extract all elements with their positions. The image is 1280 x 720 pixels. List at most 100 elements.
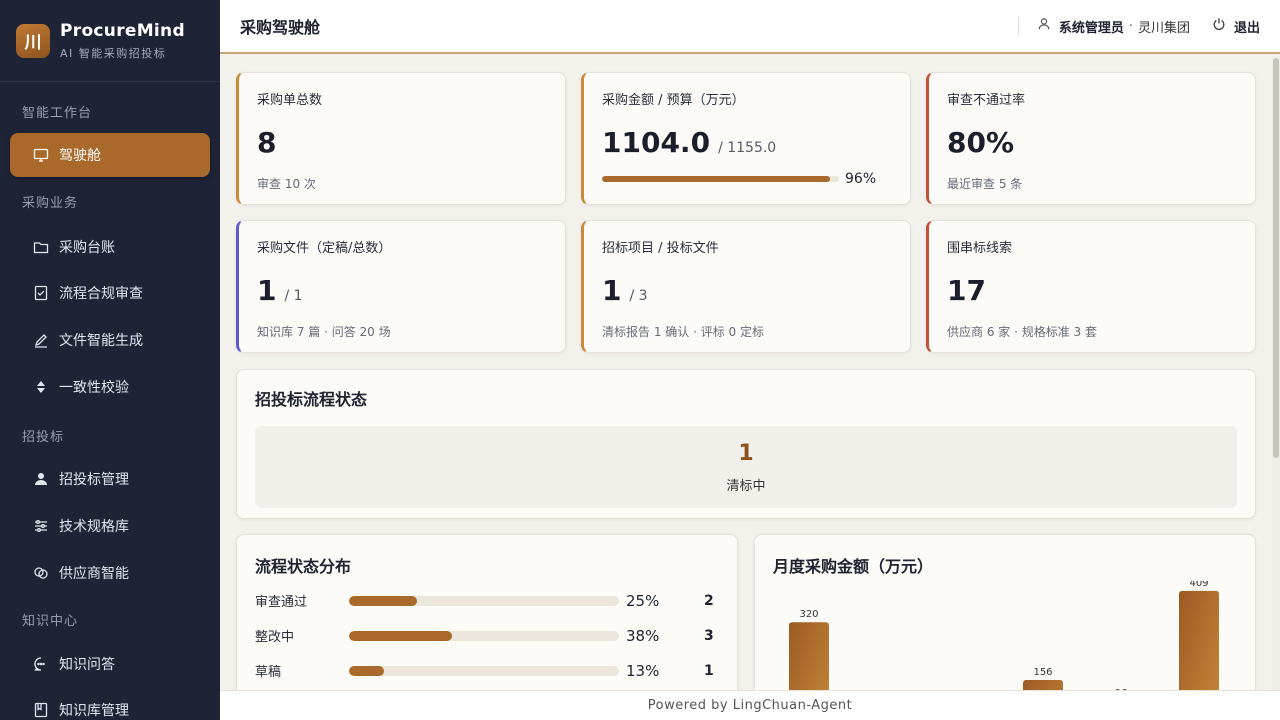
logout-label: 退出 (1233, 20, 1260, 36)
distribution-row: 审查通过 25% 2 (255, 583, 719, 618)
kpi-label: 审查不通过率 (947, 93, 1026, 108)
chart-title: 月度采购金额（万元） (773, 557, 934, 576)
sidebar-item-qa[interactable]: 知识问答 (10, 642, 210, 686)
distribution-pct: 38% (626, 626, 660, 645)
sidebar-item-spec-library[interactable]: 技术规格库 (10, 504, 210, 548)
sidebar-item-label: 驾驶舱 (59, 148, 101, 164)
kpi-sub: 清标报告 1 确认 · 评标 0 定标 (602, 325, 764, 339)
main-scrollbar[interactable] (1272, 56, 1280, 690)
sidebar-item-ledger[interactable]: 采购台账 (10, 225, 210, 269)
chart-bar-value-label: 156 (1033, 667, 1052, 678)
distribution-pct: 25% (626, 591, 660, 610)
kpi-card-reject-rate: 审查不通过率 80% 最近审查 5 条 (926, 72, 1256, 205)
flow-status-card: 招投标流程状态 1 清标中 (236, 369, 1256, 519)
sidebar-item-supplier[interactable]: 供应商智能 (10, 551, 210, 595)
monthly-bar-chart: 32015696409 (789, 581, 1219, 690)
check-file-icon (32, 284, 50, 302)
sidebar-item-compliance[interactable]: 流程合规审查 (10, 271, 210, 315)
chart-bar-value-label: 409 (1189, 581, 1208, 589)
brand-subtitle: AI 智能采购招投标 (60, 46, 167, 60)
distribution-bar (349, 595, 417, 606)
sidebar-item-label: 流程合规审查 (59, 286, 143, 302)
kpi-card-documents: 采购文件（定稿/总数） 1 / 1 知识库 7 篇 · 问答 20 场 (236, 220, 566, 353)
kpi-label: 采购金额 / 预算（万元） (602, 93, 745, 108)
budget-progress: 96% (602, 171, 892, 187)
chart-bar (1023, 680, 1063, 690)
user-menu[interactable]: 系统管理员 · 灵川集团 (1037, 17, 1190, 36)
kpi-card-orders: 采购单总数 8 审查 10 次 (236, 72, 566, 205)
user-icon (32, 470, 50, 488)
sidebar-item-consistency[interactable]: 一致性校验 (10, 365, 210, 409)
kpi-label: 采购文件（定稿/总数） (257, 241, 392, 256)
group-label-bidding: 招投标 (22, 430, 65, 445)
sidebar-item-label: 技术规格库 (59, 519, 129, 535)
distribution-bar (349, 630, 452, 641)
sidebar: 川 ProcureMind AI 智能采购招投标 智能工作台 驾驶舱 采购业务 … (0, 0, 220, 720)
sidebar-item-label: 招投标管理 (59, 472, 129, 488)
kpi-value: 80% (947, 126, 1015, 159)
user-separator: · (1128, 18, 1133, 34)
chart-bar (1179, 590, 1219, 690)
main-content: 采购单总数 8 审查 10 次 采购金额 / 预算（万元） 1104.0 / 1… (220, 56, 1272, 690)
book-icon (32, 701, 50, 719)
sliders-icon (32, 517, 50, 535)
distribution-count: 1 (704, 662, 714, 679)
pen-icon (32, 331, 50, 349)
kpi-label: 围串标线索 (947, 241, 1013, 256)
logout-button[interactable]: 退出 (1212, 17, 1260, 36)
user-icon (1037, 17, 1059, 35)
monthly-amount-card: 月度采购金额（万元） 32015696409 (754, 534, 1256, 690)
distribution-bar (349, 665, 385, 676)
sidebar-item-cockpit[interactable]: 驾驶舱 (10, 133, 210, 177)
kpi-card-bid-projects: 招标项目 / 投标文件 1 / 3 清标报告 1 确认 · 评标 0 定标 (581, 220, 911, 353)
sidebar-item-bid-management[interactable]: 招投标管理 (10, 457, 210, 501)
sidebar-item-label: 供应商智能 (59, 566, 129, 582)
budget-progress-fill (602, 176, 830, 182)
kpi-value: 1104.0 (602, 126, 711, 159)
chat-icon (32, 655, 50, 673)
kpi-label: 采购单总数 (257, 93, 323, 108)
kpi-sub: 供应商 6 家 · 规格标准 3 套 (947, 325, 1097, 339)
budget-progress-label: 96% (845, 171, 877, 187)
footer: Powered by LingChuan-Agent (220, 690, 1280, 720)
top-header: 采购驾驶舱 系统管理员 · 灵川集团 退出 (220, 0, 1280, 54)
group-label-knowledge: 知识中心 (22, 614, 79, 629)
kpi-suffix: / 3 (629, 288, 648, 304)
link-icon (32, 564, 50, 582)
flow-stage[interactable]: 1 清标中 (255, 426, 1237, 508)
sidebar-item-label: 一致性校验 (59, 380, 129, 396)
flow-stage-label: 清标中 (726, 478, 766, 494)
org-name: 灵川集团 (1137, 20, 1190, 36)
kpi-suffix: / 1 (284, 288, 303, 304)
kpi-sub: 最近审查 5 条 (947, 177, 1023, 191)
kpi-label: 招标项目 / 投标文件 (602, 241, 719, 256)
distribution-count: 2 (704, 592, 714, 609)
sort-icon (32, 378, 50, 396)
kpi-value: 1 (602, 274, 622, 307)
status-distribution-card: 流程状态分布 审查通过 25% 2 整改中 38% 3 草稿 13% 1 (236, 534, 738, 690)
brand-name: ProcureMind (60, 20, 185, 41)
user-name: 系统管理员 (1058, 20, 1124, 36)
sidebar-item-label: 知识库管理 (59, 703, 129, 719)
folder-icon (32, 238, 50, 256)
distribution-label: 审查通过 (255, 595, 308, 610)
brand-logo: 川 (16, 23, 50, 58)
sidebar-item-label: 采购台账 (59, 240, 115, 256)
scroll-thumb[interactable] (1273, 58, 1279, 458)
kpi-value: 17 (947, 274, 986, 307)
power-icon (1212, 17, 1234, 35)
group-label-procurement: 采购业务 (22, 196, 79, 211)
sidebar-item-kb-management[interactable]: 知识库管理 (10, 688, 210, 720)
section-title: 流程状态分布 (255, 557, 352, 576)
distribution-label: 草稿 (255, 665, 282, 680)
distribution-pct: 13% (626, 661, 660, 680)
kpi-sub: 知识库 7 篇 · 问答 20 场 (257, 325, 391, 339)
header-divider (1017, 17, 1019, 35)
sidebar-item-label: 文件智能生成 (59, 333, 143, 349)
kpi-card-amount-budget: 采购金额 / 预算（万元） 1104.0 / 1155.0 96% (581, 72, 911, 205)
distribution-label: 整改中 (255, 630, 295, 645)
distribution-count: 3 (704, 627, 714, 644)
sidebar-item-doc-generation[interactable]: 文件智能生成 (10, 318, 210, 362)
kpi-value: 1 (257, 274, 277, 307)
kpi-card-collusion-leads: 围串标线索 17 供应商 6 家 · 规格标准 3 套 (926, 220, 1256, 353)
